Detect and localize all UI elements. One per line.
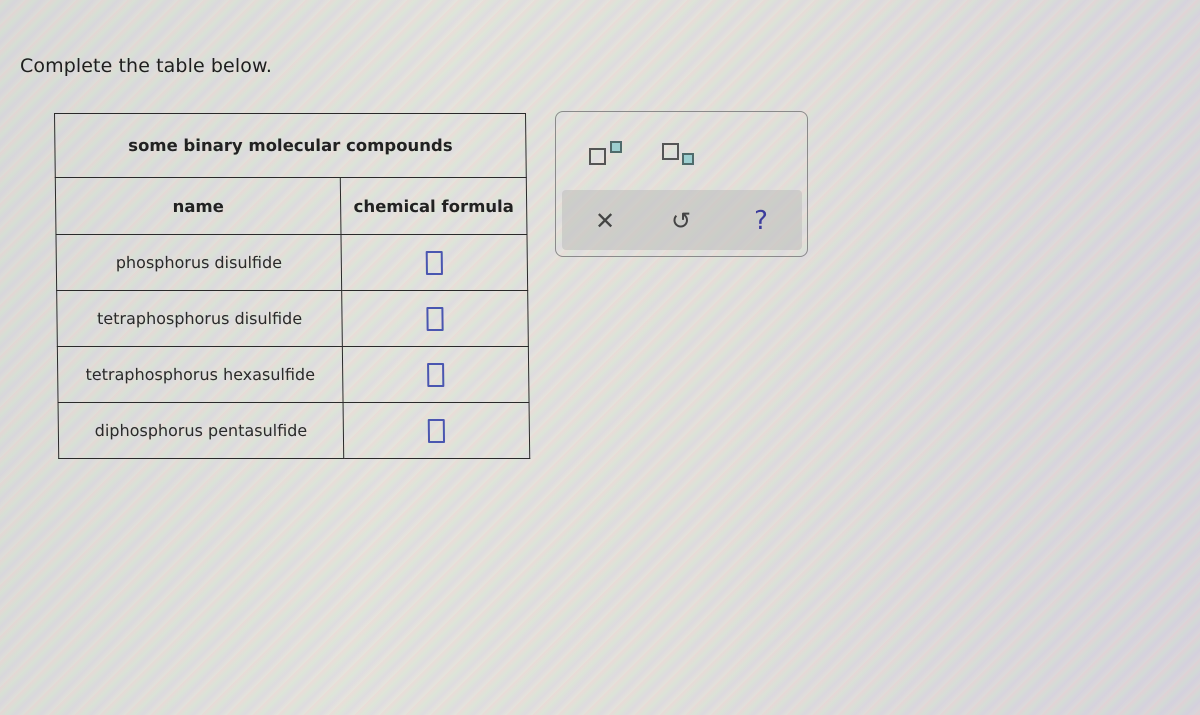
formula-input[interactable] — [427, 362, 445, 387]
table-row: phosphorus disulfide — [55, 234, 528, 291]
superscript-button[interactable] — [586, 136, 626, 170]
formula-cell — [343, 402, 530, 459]
subscript-icon — [662, 143, 679, 160]
subscript-button[interactable] — [660, 136, 700, 170]
subscript-icon-index — [682, 153, 694, 165]
table-caption: some binary molecular compounds — [54, 113, 527, 178]
column-header-name: name — [55, 177, 342, 235]
action-bar: ✕ ↺ ? — [562, 190, 802, 250]
column-header-formula: chemical formula — [340, 177, 527, 235]
clear-button[interactable]: ✕ — [588, 204, 622, 238]
close-icon: ✕ — [594, 207, 616, 235]
formula-input[interactable] — [426, 306, 444, 331]
compound-name: tetraphosphorus disulfide — [56, 290, 343, 347]
help-icon: ? — [754, 206, 768, 236]
formula-cell — [342, 346, 530, 403]
compound-name: diphosphorus pentasulfide — [58, 402, 344, 459]
undo-button[interactable]: ↺ — [664, 204, 698, 238]
superscript-icon — [589, 148, 606, 165]
table-row: diphosphorus pentasulfide — [58, 402, 530, 459]
undo-icon: ↺ — [670, 207, 692, 235]
instructions-text: Complete the table below. — [20, 55, 272, 77]
compounds-table: some binary molecular compounds name che… — [54, 113, 530, 459]
table-row: tetraphosphorus hexasulfide — [57, 346, 530, 403]
formula-cell — [341, 234, 528, 291]
table-row: tetraphosphorus disulfide — [56, 290, 529, 347]
compound-name: tetraphosphorus hexasulfide — [57, 346, 344, 403]
formula-input[interactable] — [427, 418, 446, 443]
formula-input[interactable] — [425, 250, 444, 275]
formula-toolbar: ✕ ↺ ? — [555, 111, 808, 257]
compound-name: phosphorus disulfide — [55, 234, 342, 291]
superscript-icon-exponent — [610, 141, 622, 153]
format-tools — [556, 112, 807, 188]
compounds-table-container: some binary molecular compounds name che… — [54, 113, 530, 459]
formula-cell — [341, 290, 529, 347]
help-button[interactable]: ? — [744, 204, 778, 238]
